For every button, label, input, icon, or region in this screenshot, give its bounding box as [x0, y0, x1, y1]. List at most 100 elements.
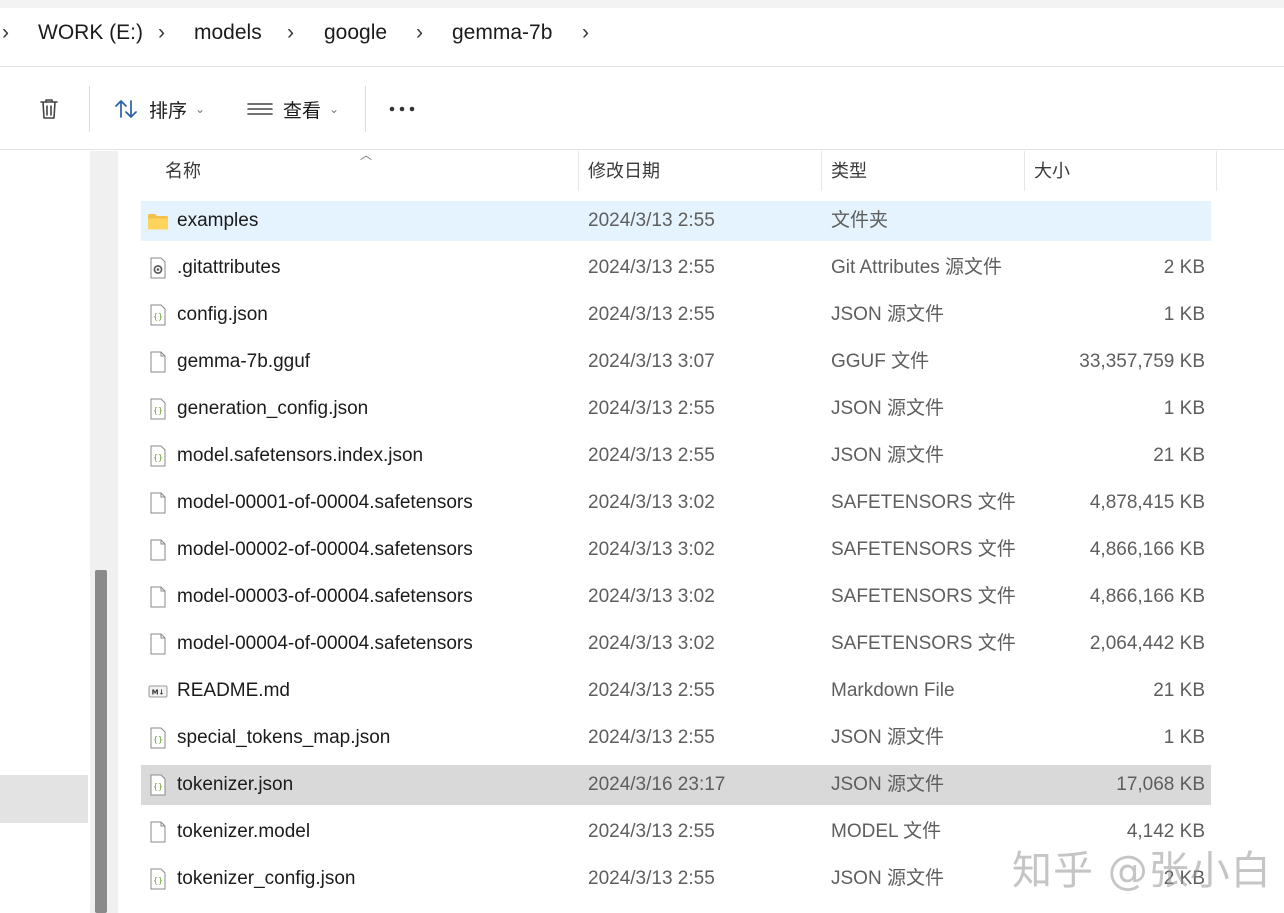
chevron-right-icon[interactable]: ›: [287, 20, 294, 46]
file-type: JSON 源文件: [831, 398, 944, 419]
file-row[interactable]: {} special_tokens_map.json 2024/3/13 2:5…: [141, 718, 1211, 758]
file-modified: 2024/3/13 2:55: [588, 868, 715, 889]
file-size: 21 KB: [1153, 445, 1205, 466]
file-row[interactable]: model-00004-of-00004.safetensors 2024/3/…: [141, 624, 1211, 664]
file-modified: 2024/3/13 3:07: [588, 351, 715, 372]
file-row[interactable]: gemma-7b.gguf 2024/3/13 3:07 GGUF 文件 33,…: [141, 342, 1211, 382]
file-size: 2,064,442 KB: [1089, 633, 1205, 654]
file-row[interactable]: model-00001-of-00004.safetensors 2024/3/…: [141, 483, 1211, 523]
file-name: gemma-7b.gguf: [177, 351, 311, 372]
navigation-scrollbar-thumb[interactable]: [95, 570, 107, 913]
breadcrumb-item-google[interactable]: google: [324, 20, 387, 46]
file-name: config.json: [177, 304, 268, 325]
svg-text:{}: {}: [153, 312, 163, 321]
file-type: JSON 源文件: [831, 727, 944, 748]
breadcrumb-item-drive[interactable]: WORK (E:): [38, 20, 143, 46]
file-name: model-00004-of-00004.safetensors: [177, 633, 473, 654]
file-type: MODEL 文件: [831, 821, 942, 842]
chevron-right-icon[interactable]: ›: [416, 20, 423, 46]
file-size: 4,878,415 KB: [1089, 492, 1205, 513]
file-type: JSON 源文件: [831, 304, 944, 325]
file-name: tokenizer.model: [177, 821, 311, 842]
list-view-icon: [247, 103, 273, 115]
address-bar: › WORK (E:) › models › google › gemma-7b…: [0, 0, 1284, 67]
chevron-right-icon[interactable]: ›: [158, 20, 165, 46]
svg-text:{}: {}: [153, 782, 163, 791]
file-type: Markdown File: [831, 680, 955, 701]
blank-file-icon: [150, 492, 166, 514]
navigation-selected-item[interactable]: [0, 775, 88, 823]
file-modified: 2024/3/13 2:55: [588, 821, 715, 842]
breadcrumb-item-gemma[interactable]: gemma-7b: [452, 20, 552, 46]
blank-file-icon: [150, 633, 166, 655]
gear-file-icon: [150, 257, 166, 279]
delete-button[interactable]: [36, 90, 62, 128]
sort-arrows-icon: [115, 100, 137, 118]
column-divider[interactable]: [578, 151, 579, 191]
file-row[interactable]: {} config.json 2024/3/13 2:55 JSON 源文件 1…: [141, 295, 1211, 335]
breadcrumb-item-models[interactable]: models: [194, 20, 262, 46]
file-modified: 2024/3/13 3:02: [588, 539, 715, 560]
file-type: 文件夹: [831, 210, 889, 231]
file-name: model-00001-of-00004.safetensors: [177, 492, 473, 513]
file-type: JSON 源文件: [831, 445, 944, 466]
json-file-icon: {}: [150, 445, 166, 467]
file-modified: 2024/3/13 2:55: [588, 304, 715, 325]
file-row[interactable]: model-00002-of-00004.safetensors 2024/3/…: [141, 530, 1211, 570]
file-modified: 2024/3/16 23:17: [588, 774, 726, 795]
toolbar-divider: [89, 86, 90, 132]
file-row[interactable]: M↓ README.md 2024/3/13 2:55 Markdown Fil…: [141, 671, 1211, 711]
chevron-right-icon[interactable]: ›: [582, 20, 589, 46]
more-options-button[interactable]: [388, 90, 416, 128]
json-file-icon: {}: [150, 727, 166, 749]
svg-text:{}: {}: [153, 735, 163, 744]
file-row[interactable]: {} tokenizer.json 2024/3/16 23:17 JSON 源…: [141, 765, 1211, 805]
svg-text:{}: {}: [153, 406, 163, 415]
file-modified: 2024/3/13 3:02: [588, 633, 715, 654]
folder-icon: [148, 214, 168, 230]
column-header-size[interactable]: 大小: [1034, 151, 1070, 191]
file-size: 21 KB: [1153, 680, 1205, 701]
file-modified: 2024/3/13 2:55: [588, 398, 715, 419]
file-name: special_tokens_map.json: [177, 727, 391, 748]
chevron-right-icon[interactable]: ›: [2, 20, 9, 46]
command-bar: 排序 ⌄ 查看 ⌄: [0, 68, 1284, 150]
file-name: README.md: [177, 680, 290, 701]
file-row[interactable]: .gitattributes 2024/3/13 2:55 Git Attrib…: [141, 248, 1211, 288]
column-header-type[interactable]: 类型: [831, 151, 867, 191]
file-name: tokenizer.json: [177, 774, 294, 795]
file-row[interactable]: model-00003-of-00004.safetensors 2024/3/…: [141, 577, 1211, 617]
file-size: 4,866,166 KB: [1089, 539, 1205, 560]
column-header-modified[interactable]: 修改日期: [588, 151, 660, 191]
file-size: 1 KB: [1163, 727, 1205, 748]
chevron-down-icon: ⌄: [329, 102, 340, 116]
file-size: 1 KB: [1163, 398, 1205, 419]
file-type: SAFETENSORS 文件: [831, 586, 1016, 607]
sort-button[interactable]: 排序 ⌄: [113, 90, 205, 128]
watermark: 知乎 @张小白: [1012, 848, 1272, 894]
file-modified: 2024/3/13 3:02: [588, 492, 715, 513]
sort-label: 排序: [149, 100, 188, 122]
json-file-icon: {}: [150, 398, 166, 420]
column-header-name[interactable]: 名称: [165, 151, 201, 191]
file-size: 4,866,166 KB: [1089, 586, 1205, 607]
view-button[interactable]: 查看 ⌄: [247, 90, 339, 128]
file-size: 2 KB: [1163, 257, 1205, 278]
file-modified: 2024/3/13 2:55: [588, 680, 715, 701]
file-type: GGUF 文件: [831, 351, 930, 372]
file-row[interactable]: {} model.safetensors.index.json 2024/3/1…: [141, 436, 1211, 476]
file-type: SAFETENSORS 文件: [831, 492, 1016, 513]
file-name: .gitattributes: [177, 257, 281, 278]
file-size: 17,068 KB: [1116, 774, 1205, 795]
column-divider[interactable]: [1024, 151, 1025, 191]
file-name: model.safetensors.index.json: [177, 445, 424, 466]
file-size: 33,357,759 KB: [1079, 351, 1205, 372]
file-row[interactable]: {} generation_config.json 2024/3/13 2:55…: [141, 389, 1211, 429]
chevron-down-icon: ⌄: [195, 102, 206, 116]
file-type: SAFETENSORS 文件: [831, 633, 1016, 654]
column-divider[interactable]: [1216, 151, 1217, 191]
file-name: generation_config.json: [177, 398, 369, 419]
json-file-icon: {}: [150, 774, 166, 796]
file-row[interactable]: examples 2024/3/13 2:55 文件夹: [141, 201, 1211, 241]
column-divider[interactable]: [821, 151, 822, 191]
